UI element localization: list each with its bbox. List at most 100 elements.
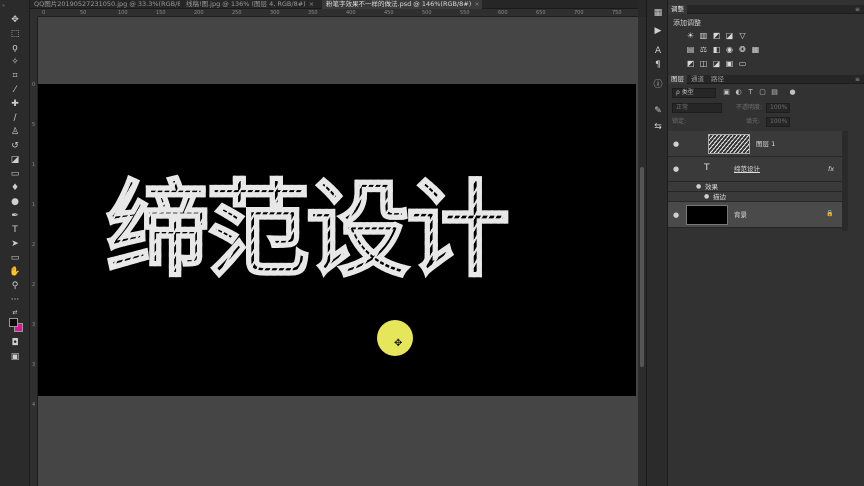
filter-shape-icon[interactable]: ▢	[758, 88, 767, 97]
character-icon[interactable]: A	[652, 46, 664, 57]
channel-mixer-icon[interactable]: ❂	[738, 45, 747, 54]
visibility-eye-icon[interactable]: ●	[696, 183, 701, 191]
panel-menu-icon[interactable]: ≡	[855, 75, 860, 84]
ruler-tick-label: 350	[308, 10, 318, 16]
canvas-workspace[interactable]: 缔范设计 ✥	[38, 17, 638, 486]
pen-tool-icon[interactable]: ✒	[9, 211, 21, 222]
rectangle-tool-icon[interactable]: ▭	[9, 253, 21, 264]
screen-mode-icon[interactable]: ▣	[9, 352, 21, 363]
tab-adjustments[interactable]: 调整	[668, 5, 687, 14]
layer-name[interactable]: 缔范设计	[734, 165, 760, 173]
fill-label: 填充:	[746, 118, 761, 125]
tab-paths[interactable]: 路径	[708, 75, 727, 84]
layer-name[interactable]: 背景	[734, 211, 747, 219]
info-icon[interactable]: ⓘ	[652, 80, 664, 91]
foreground-color-swatch[interactable]	[9, 318, 18, 327]
marquee-tool-icon[interactable]: ⬚	[9, 29, 21, 40]
chalk-title-text: 缔范设计	[105, 169, 511, 291]
lasso-tool-icon[interactable]: ϙ	[9, 43, 21, 54]
healing-brush-tool-icon[interactable]: ✚	[9, 99, 21, 110]
path-selection-tool-icon[interactable]: ➤	[9, 239, 21, 250]
filter-smart-object-icon[interactable]: ▤	[770, 88, 779, 97]
scrollbar-thumb[interactable]	[640, 167, 644, 367]
crop-tool-icon[interactable]: ⌗	[9, 71, 21, 82]
fx-icon[interactable]: fx	[828, 165, 834, 173]
more-tools-icon[interactable]: ···	[9, 295, 21, 306]
threshold-icon[interactable]: ◪	[712, 59, 721, 68]
visibility-eye-icon[interactable]: ●	[673, 165, 679, 173]
brush-tool-icon[interactable]: ∕	[9, 113, 21, 124]
selective-color-icon[interactable]: ▣	[725, 59, 734, 68]
ruler-tick-label: 2	[32, 242, 36, 248]
curves-icon[interactable]: ◩	[712, 31, 721, 40]
posterize-icon[interactable]: ◫	[699, 59, 708, 68]
filter-adjustment-icon[interactable]: ◐	[734, 88, 743, 97]
gradient-tool-icon[interactable]: ▭	[9, 169, 21, 180]
visibility-eye-icon[interactable]: ●	[704, 193, 709, 201]
levels-icon[interactable]: ▥	[699, 31, 708, 40]
layers-scrollbar[interactable]	[842, 131, 848, 231]
layer-name[interactable]: 图层 1	[756, 140, 775, 148]
color-lookup-icon[interactable]: ▦	[751, 45, 760, 54]
canvas-vertical-scrollbar[interactable]	[638, 17, 646, 486]
tab-channels[interactable]: 通道	[688, 75, 707, 84]
hand-tool-icon[interactable]: ✋	[9, 267, 21, 278]
visibility-eye-icon[interactable]: ●	[673, 211, 679, 219]
layer-row-layer1[interactable]: ● 图层 1	[668, 131, 842, 157]
close-icon[interactable]: ×	[309, 0, 314, 8]
close-icon[interactable]: ×	[474, 0, 479, 8]
layer-row-text[interactable]: ● T 缔范设计 fx	[668, 157, 842, 182]
brush-settings-icon[interactable]: ✎	[652, 106, 664, 117]
visibility-eye-icon[interactable]: ●	[673, 140, 679, 148]
tool-presets-icon[interactable]: ⇆	[652, 122, 664, 133]
eyedropper-tool-icon[interactable]: ⁄	[9, 85, 21, 96]
eraser-tool-icon[interactable]: ◪	[9, 155, 21, 166]
paragraph-icon[interactable]: ¶	[652, 60, 664, 71]
layer-effects-row[interactable]: ● 效果	[668, 182, 842, 192]
layer-filter-kind[interactable]: ρ 类型	[672, 88, 716, 98]
gradient-map-icon[interactable]: ▭	[738, 59, 747, 68]
tab-line-art[interactable]: 线稿!图.jpg @ 136% (图层 4, RGB/8#) ×	[182, 0, 322, 9]
black-white-icon[interactable]: ◧	[712, 45, 721, 54]
tab-layers[interactable]: 图层	[668, 75, 687, 84]
vibrance-icon[interactable]: ▽	[738, 31, 747, 40]
blur-tool-icon[interactable]: ♦	[9, 183, 21, 194]
color-balance-icon[interactable]: ⚖	[699, 45, 708, 54]
tab-qq-image[interactable]: QQ图片20190527231050.jpg @ 33.3%(RGB/8#)×	[30, 0, 180, 9]
stroke-effect-label[interactable]: 描边	[713, 193, 726, 201]
filter-toggle-icon[interactable]: ●	[788, 88, 797, 97]
fill-field[interactable]: 100%	[766, 117, 790, 127]
opacity-field[interactable]: 100%	[766, 103, 790, 113]
document-canvas[interactable]: 缔范设计 ✥	[38, 84, 636, 396]
filter-pixel-icon[interactable]: ▣	[722, 88, 731, 97]
history-brush-tool-icon[interactable]: ↺	[9, 141, 21, 152]
layer-effect-stroke-row[interactable]: ● 描边	[668, 192, 842, 202]
actions-play-icon[interactable]: ▶	[652, 26, 664, 37]
layer-row-background[interactable]: ● 背景 🔒	[668, 202, 842, 228]
exposure-icon[interactable]: ◪	[725, 31, 734, 40]
panel-menu-icon[interactable]: ≡	[855, 5, 860, 14]
adjustments-title: 添加调整	[673, 19, 701, 27]
dodge-tool-icon[interactable]: ●	[9, 197, 21, 208]
tab-label: QQ图片20190527231050.jpg @ 33.3%(RGB/8#)	[34, 0, 180, 8]
blend-mode-select[interactable]: 正常	[672, 103, 722, 113]
ruler-tick-label: 50	[80, 10, 87, 16]
zoom-tool-icon[interactable]: ⚲	[9, 281, 21, 292]
stamp-tool-icon[interactable]: ♙	[9, 127, 21, 138]
ruler-tick-label: 5	[32, 122, 36, 128]
invert-icon[interactable]: ◩	[686, 59, 695, 68]
photo-filter-icon[interactable]: ◉	[725, 45, 734, 54]
history-icon[interactable]: ▦	[652, 8, 664, 19]
brightness-icon[interactable]: ☀	[686, 31, 695, 40]
collapse-icon[interactable]: »	[2, 3, 5, 9]
move-tool-icon[interactable]: ✥	[9, 15, 21, 26]
filter-type-icon[interactable]: T	[746, 88, 755, 97]
swap-colors-icon[interactable]: ⇄	[9, 307, 21, 318]
hue-saturation-icon[interactable]: ▤	[686, 45, 695, 54]
quick-mask-icon[interactable]: ◘	[9, 338, 21, 349]
magic-wand-tool-icon[interactable]: ✧	[9, 57, 21, 68]
type-tool-icon[interactable]: T	[9, 225, 21, 236]
tab-chalk-text-psd[interactable]: 粉笔字效果不一样的做法.psd @ 146%(RGB/8#) ×	[322, 0, 482, 9]
vertical-ruler: 0 5 1 1 2 2 3 3 4	[30, 17, 38, 486]
ruler-tick-label: 4	[32, 402, 36, 408]
